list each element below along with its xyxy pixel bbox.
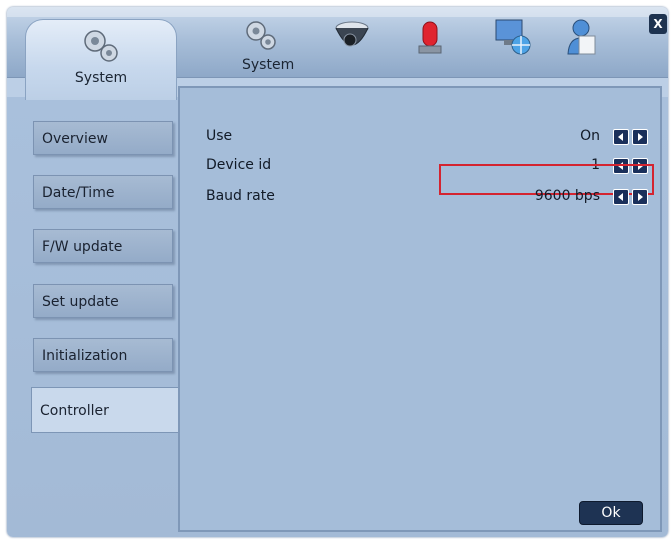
left-arrow-icon: [618, 193, 623, 201]
sidebar-item-initialization[interactable]: Initialization: [33, 338, 173, 372]
ok-button[interactable]: Ok: [579, 501, 643, 525]
close-button[interactable]: X: [649, 14, 667, 34]
tab-caption: System: [242, 57, 295, 73]
baud-rate-prev-arrow[interactable]: [613, 189, 629, 205]
use-next-arrow[interactable]: [632, 129, 648, 145]
left-arrow-icon: [618, 133, 623, 141]
baud-rate-label: Baud rate: [206, 188, 275, 204]
use-label: Use: [206, 128, 233, 144]
network-icon[interactable]: [494, 18, 534, 58]
gears-icon[interactable]: [244, 18, 278, 54]
alarm-light-icon[interactable]: [417, 18, 443, 58]
controller-settings-panel: Use On Device id 1 Baud rate 9600 bps Ok: [178, 86, 662, 532]
use-value: On: [580, 128, 600, 144]
sidebar-item-controller[interactable]: Controller: [31, 387, 179, 433]
settings-window: System System X Overview Date/Time F/W u…: [7, 7, 668, 537]
baud-rate-value: 9600 bps: [534, 188, 600, 204]
sidebar-item-overview[interactable]: Overview: [33, 121, 173, 155]
sidebar-item-set-update[interactable]: Set update: [33, 284, 173, 318]
right-arrow-icon: [638, 193, 643, 201]
gears-icon: [84, 30, 118, 62]
use-prev-arrow[interactable]: [613, 129, 629, 145]
user-icon[interactable]: [565, 18, 599, 58]
baud-rate-next-arrow[interactable]: [632, 189, 648, 205]
sidebar-item-date-time[interactable]: Date/Time: [33, 175, 173, 209]
camera-icon[interactable]: [332, 18, 372, 58]
device-id-label: Device id: [206, 157, 272, 173]
sidebar-item-fw-update[interactable]: F/W update: [33, 229, 173, 263]
right-arrow-icon: [638, 133, 643, 141]
tab-system-active[interactable]: System: [25, 19, 177, 100]
tab-system-label: System: [74, 70, 128, 86]
